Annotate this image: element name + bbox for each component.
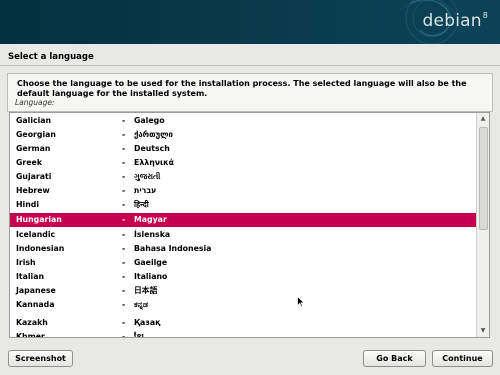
language-name: Greek xyxy=(16,158,43,167)
list-item[interactable]: Kannada - ಕನ್ನಡ xyxy=(10,299,476,311)
list-item[interactable]: German - Deutsch xyxy=(10,143,476,155)
separator: - xyxy=(122,144,126,153)
language-native-name: Galego xyxy=(134,116,165,125)
list-item[interactable]: Kazakh - Қазақ xyxy=(10,317,476,329)
language-name: German xyxy=(16,144,51,153)
brand-version: 8 xyxy=(482,11,488,20)
separator: - xyxy=(122,286,126,295)
language-name: Kazakh xyxy=(16,318,48,327)
language-name: Italian xyxy=(16,272,45,281)
scroll-thumb[interactable] xyxy=(479,127,488,230)
language-native-name: Íslenska xyxy=(134,230,171,239)
language-list-label: Language: xyxy=(15,98,55,107)
scrollbar[interactable]: ▲ ▼ xyxy=(476,113,489,337)
go-back-button[interactable]: Go Back xyxy=(363,350,426,367)
separator: - xyxy=(122,215,126,224)
list-item[interactable]: Gujarati - ગુજરાતી xyxy=(10,171,476,183)
mouse-pointer-icon xyxy=(297,296,305,308)
language-listbox[interactable]: Galician - Galego Georgian - ქართული German - De… xyxy=(9,112,490,338)
language-name: Indonesian xyxy=(16,244,65,253)
separator: - xyxy=(122,130,126,139)
language-name: Kannada xyxy=(16,300,55,309)
separator: - xyxy=(122,186,126,195)
list-item[interactable]: Galician - Galego xyxy=(10,115,476,127)
separator: - xyxy=(122,318,126,327)
list-item[interactable]: Georgian - ქართული xyxy=(10,129,476,141)
list-item[interactable]: Khmer - ខ្មែរ xyxy=(10,331,476,338)
separator: - xyxy=(122,332,126,338)
list-item[interactable]: Icelandic - Íslenska xyxy=(10,229,476,241)
language-native-name: Қазақ xyxy=(134,318,161,327)
separator: - xyxy=(122,158,126,167)
header-banner: debian8 xyxy=(0,0,500,44)
language-name: Hebrew xyxy=(16,186,50,195)
separator: - xyxy=(122,258,126,267)
language-name: Khmer xyxy=(16,332,45,338)
list-item[interactable]: Hebrew - עברית xyxy=(10,185,476,197)
language-native-name: Ελληνικά xyxy=(134,158,174,167)
language-name: Hindi xyxy=(16,200,40,209)
language-native-name: ગુજરાતી xyxy=(134,172,161,181)
language-native-name: ქართული xyxy=(134,130,173,139)
scroll-up-icon[interactable]: ▲ xyxy=(479,115,487,123)
language-name: Japanese xyxy=(16,286,56,295)
list-item[interactable]: Greek - Ελληνικά xyxy=(10,157,476,169)
list-item[interactable]: Italian - Italiano xyxy=(10,271,476,283)
continue-button[interactable]: Continue xyxy=(432,350,493,367)
language-native-name: ខ្មែរ xyxy=(134,332,144,338)
title-divider xyxy=(0,65,500,66)
separator: - xyxy=(122,300,126,309)
separator: - xyxy=(122,172,126,181)
language-name: Icelandic xyxy=(16,230,56,239)
separator: - xyxy=(122,230,126,239)
language-native-name: 日本語 xyxy=(134,286,158,295)
language-native-name: Deutsch xyxy=(134,144,170,153)
separator: - xyxy=(122,244,126,253)
language-native-name: Bahasa Indonesia xyxy=(134,244,212,253)
language-name: Hungarian xyxy=(16,215,62,224)
separator: - xyxy=(122,272,126,281)
language-name: Galician xyxy=(16,116,52,125)
language-name: Irish xyxy=(16,258,36,267)
separator: - xyxy=(122,200,126,209)
page-title: Select a language xyxy=(8,52,94,62)
language-name: Georgian xyxy=(16,130,56,139)
brand-text: debian xyxy=(422,11,482,31)
language-native-name: ಕನ್ನಡ xyxy=(134,300,148,309)
separator: - xyxy=(122,116,126,125)
language-native-name: עברית xyxy=(134,186,157,195)
screenshot-button[interactable]: Screenshot xyxy=(8,350,73,367)
list-item[interactable]: Indonesian - Bahasa Indonesia xyxy=(10,243,476,255)
instructions-panel: Choose the language to be used for the i… xyxy=(7,73,493,112)
language-native-name: Gaeilge xyxy=(134,258,168,267)
list-item-selected[interactable]: Hungarian - Magyar xyxy=(10,213,476,227)
list-item[interactable]: Japanese - 日本語 xyxy=(10,285,476,297)
scroll-down-icon[interactable]: ▼ xyxy=(479,327,487,335)
instructions-text: Choose the language to be used for the i… xyxy=(17,79,467,98)
list-item[interactable]: Hindi - हिन्दी xyxy=(10,199,476,211)
list-item[interactable]: Irish - Gaeilge xyxy=(10,257,476,269)
debian-logo: debian8 xyxy=(423,11,488,31)
language-name: Gujarati xyxy=(16,172,52,181)
language-native-name: Magyar xyxy=(134,215,167,224)
language-native-name: Italiano xyxy=(134,272,168,281)
language-native-name: हिन्दी xyxy=(134,200,149,209)
